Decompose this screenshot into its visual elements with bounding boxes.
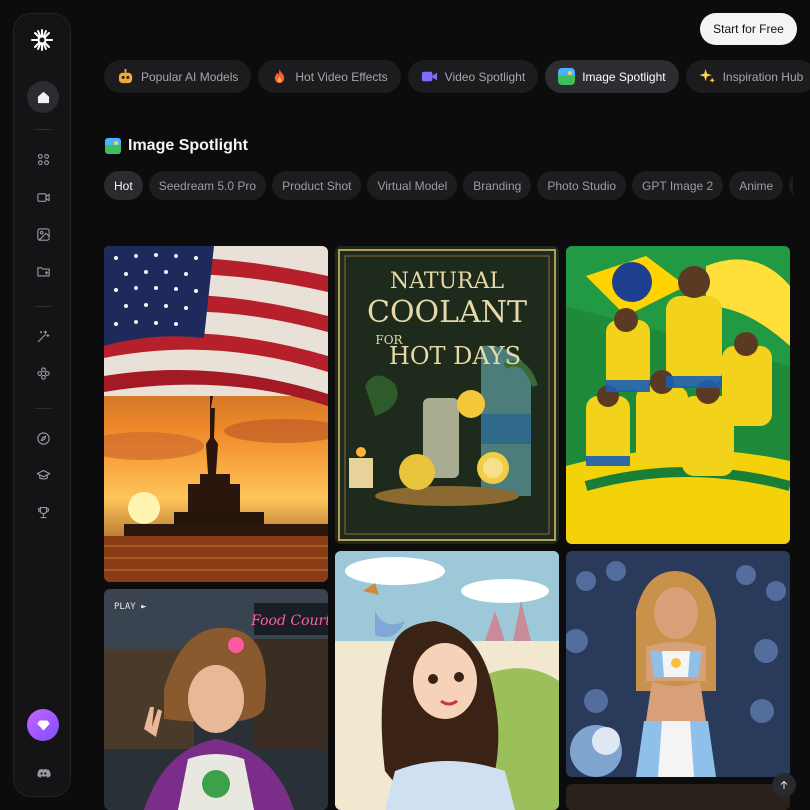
sidebar-item-apps[interactable] (27, 143, 59, 175)
image-icon (36, 227, 50, 241)
apps-icon (37, 153, 49, 165)
flag-sunset-image (104, 246, 328, 582)
gallery-card-flag-sunset[interactable] (104, 246, 328, 582)
sidebar-item-discord[interactable] (27, 757, 59, 789)
tab-hot-video-effects[interactable]: Hot Video Effects (258, 60, 401, 93)
brazil-team-image (566, 246, 790, 544)
effects-icon (36, 366, 50, 380)
chip-gpt-image[interactable]: GPT Image 2 (632, 171, 724, 200)
image-icon (558, 68, 576, 85)
diamond-icon (36, 720, 50, 730)
chip-product-shot[interactable]: Product Shot (272, 171, 362, 200)
illustrated-girl-image (335, 551, 559, 810)
poster-line-2: COOLANT (367, 295, 527, 330)
sidebar-divider (35, 306, 51, 307)
poster-line-4: HOT DAYS (389, 342, 521, 370)
sidebar-item-awards[interactable] (27, 496, 59, 528)
sidebar (13, 13, 71, 797)
robot-icon (118, 68, 133, 84)
magic-wand-icon (37, 329, 49, 342)
tab-label: Inspiration Hub (722, 69, 804, 84)
compass-icon (36, 431, 50, 445)
category-tabs: Popular AI Models Hot Video Effects Vide… (104, 60, 810, 93)
video-camera-icon (421, 71, 437, 82)
food-court-sign: Food Court (250, 613, 328, 629)
section-heading: Image Spotlight (105, 137, 248, 155)
logo-icon[interactable] (30, 28, 54, 52)
sidebar-divider (35, 408, 51, 409)
scroll-to-top-button[interactable] (772, 773, 796, 797)
sidebar-item-magic[interactable] (27, 320, 59, 352)
chip-branding[interactable]: Branding (463, 171, 532, 200)
play-label: PLAY ► (114, 602, 147, 612)
sidebar-item-explore[interactable] (27, 422, 59, 454)
sidebar-item-video[interactable] (27, 181, 59, 213)
arrow-up-icon (780, 780, 788, 789)
sidebar-item-effects[interactable] (27, 357, 59, 389)
graduation-cap-icon (36, 469, 50, 479)
tab-label: Popular AI Models (141, 69, 239, 84)
upgrade-diamond-button[interactable] (27, 709, 59, 741)
fire-icon (275, 68, 285, 84)
discord-icon (36, 768, 51, 778)
gallery-card-illustrated-girl[interactable] (335, 551, 559, 810)
tab-label: Image Spotlight (582, 69, 666, 84)
sidebar-item-assets[interactable] (27, 255, 59, 287)
coolant-poster-image: NATURAL COOLANT FOR HOT DAYS (335, 246, 559, 544)
tab-inspiration-hub[interactable]: Inspiration Hub (685, 60, 810, 93)
start-for-free-button[interactable]: Start for Free (700, 13, 797, 45)
sidebar-item-learn[interactable] (27, 459, 59, 491)
gallery-card-argentina-fan[interactable] (566, 551, 790, 777)
tab-video-spotlight[interactable]: Video Spotlight (407, 60, 539, 93)
image-icon (105, 138, 121, 154)
chip-more[interactable]: N (789, 171, 793, 200)
page-title: Image Spotlight (128, 137, 248, 154)
retro-mall-image: PLAY ► Food Court (104, 589, 328, 810)
chip-hot[interactable]: Hot (104, 171, 143, 200)
chip-anime[interactable]: Anime (729, 171, 784, 200)
trophy-icon (37, 506, 49, 518)
chip-seedream[interactable]: Seedream 5.0 Pro (148, 171, 267, 200)
sidebar-item-home[interactable] (27, 81, 59, 113)
home-icon (37, 91, 49, 103)
tab-image-spotlight[interactable]: Image Spotlight (545, 60, 679, 93)
gallery-card-coolant-poster[interactable]: NATURAL COOLANT FOR HOT DAYS (335, 246, 559, 544)
tab-popular-ai-models[interactable]: Popular AI Models (104, 60, 252, 93)
folder-icon (36, 266, 50, 276)
sidebar-divider (35, 129, 51, 130)
video-icon (36, 192, 50, 202)
tab-label: Video Spotlight (444, 69, 526, 84)
chip-photo-studio[interactable]: Photo Studio (537, 171, 627, 200)
sparkles-icon (699, 68, 715, 84)
gallery-card-brazil-team[interactable] (566, 246, 790, 544)
gallery-card-retro-mall[interactable]: PLAY ► Food Court (104, 589, 328, 810)
argentina-fan-image (566, 551, 790, 777)
chip-virtual-model[interactable]: Virtual Model (367, 171, 458, 200)
gallery-card-partial[interactable] (566, 784, 790, 810)
poster-line-1: NATURAL (390, 269, 505, 294)
filter-chips: Hot Seedream 5.0 Pro Product Shot Virtua… (104, 171, 793, 200)
sidebar-item-image[interactable] (27, 218, 59, 250)
tab-label: Hot Video Effects (295, 69, 388, 84)
